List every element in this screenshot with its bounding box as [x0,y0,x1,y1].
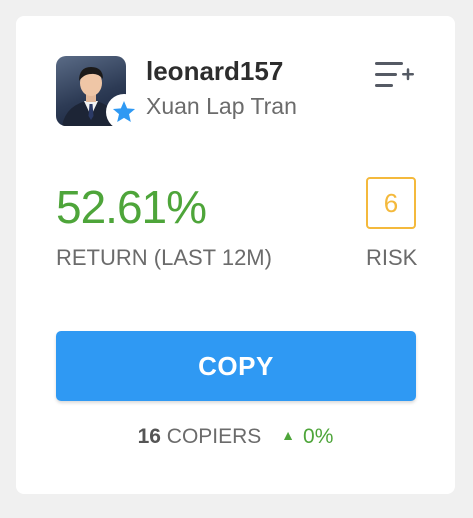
risk-score-badge[interactable]: 6 [366,177,416,229]
copiers-change: 0% [303,425,334,448]
trader-full-name: Xuan Lap Tran [146,93,297,119]
risk-label: RISK [366,245,418,270]
trader-card: leonard157 Xuan Lap Tran 52.61% RETURN (… [16,16,455,494]
trader-username[interactable]: leonard157 [146,56,283,87]
copiers-label: COPIERS [166,425,262,448]
add-to-watchlist-button[interactable] [374,59,416,93]
risk-score: 6 [383,187,399,218]
star-icon [112,100,136,122]
return-value: 52.61% [56,181,207,233]
copiers-info: 16 COPIERS ▲ 0% [16,425,455,449]
copy-button[interactable]: COPY [56,331,416,401]
copiers-count: 16 [137,425,161,448]
triangle-up-icon: ▲ [281,427,296,443]
return-label: RETURN (LAST 12M) [56,245,272,270]
popular-investor-badge [106,94,142,130]
add-to-watchlist-icon [375,62,414,87]
